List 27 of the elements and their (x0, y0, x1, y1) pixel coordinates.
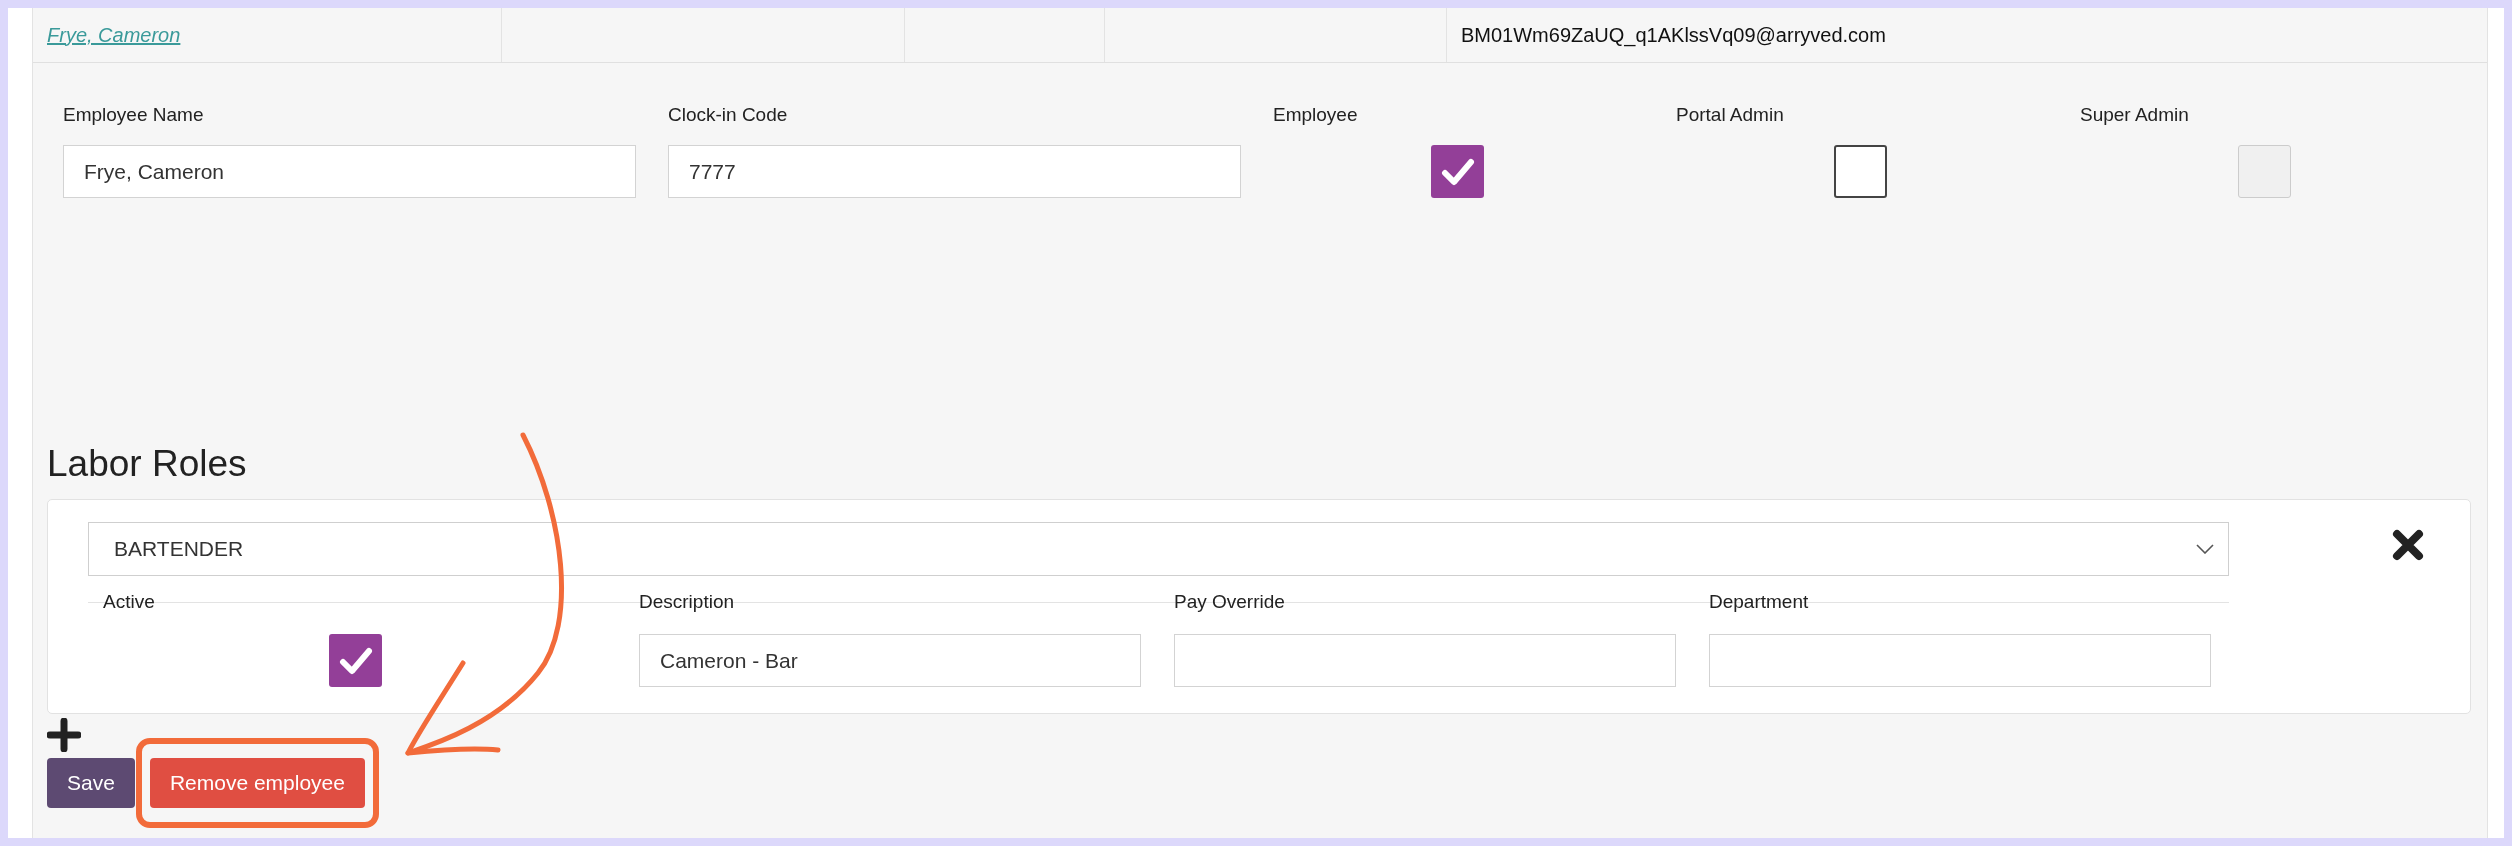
field-label: Employee Name (63, 103, 205, 127)
close-icon[interactable] (2391, 528, 2425, 562)
chevron-down-icon (2196, 544, 2214, 554)
checkmark-icon (338, 645, 373, 676)
email-text: BM01Wm69ZaUQ_q1AKlssVq09@arryved.com (1461, 23, 1886, 47)
checkbox[interactable] (329, 634, 382, 687)
section-heading: Labor Roles (47, 442, 247, 486)
permission-label: Super Admin (2080, 103, 2190, 127)
checkbox[interactable] (1431, 145, 1484, 198)
text-field[interactable] (1174, 634, 1676, 687)
text-field[interactable] (1709, 634, 2211, 687)
column-label: Active (102, 590, 155, 614)
checkbox[interactable] (1834, 145, 1887, 198)
plus-icon[interactable] (47, 718, 81, 752)
field-label: Clock-in Code (668, 103, 789, 127)
role-select[interactable]: BARTENDER (88, 522, 2229, 576)
text-field[interactable]: Frye, Cameron (63, 145, 636, 198)
save-button[interactable]: Save (47, 758, 135, 808)
permission-label: Employee (1273, 103, 1359, 127)
permission-label: Portal Admin (1676, 103, 1785, 127)
column-label: Pay Override (1174, 590, 1285, 614)
checkmark-icon (1440, 156, 1475, 187)
remove-button[interactable]: Remove employee (149, 758, 365, 808)
column-label: Description (639, 590, 735, 614)
text-field[interactable]: 7777 (668, 145, 1241, 198)
text-field[interactable]: Cameron - Bar (639, 634, 1141, 687)
column-label: Department (1709, 590, 1809, 614)
